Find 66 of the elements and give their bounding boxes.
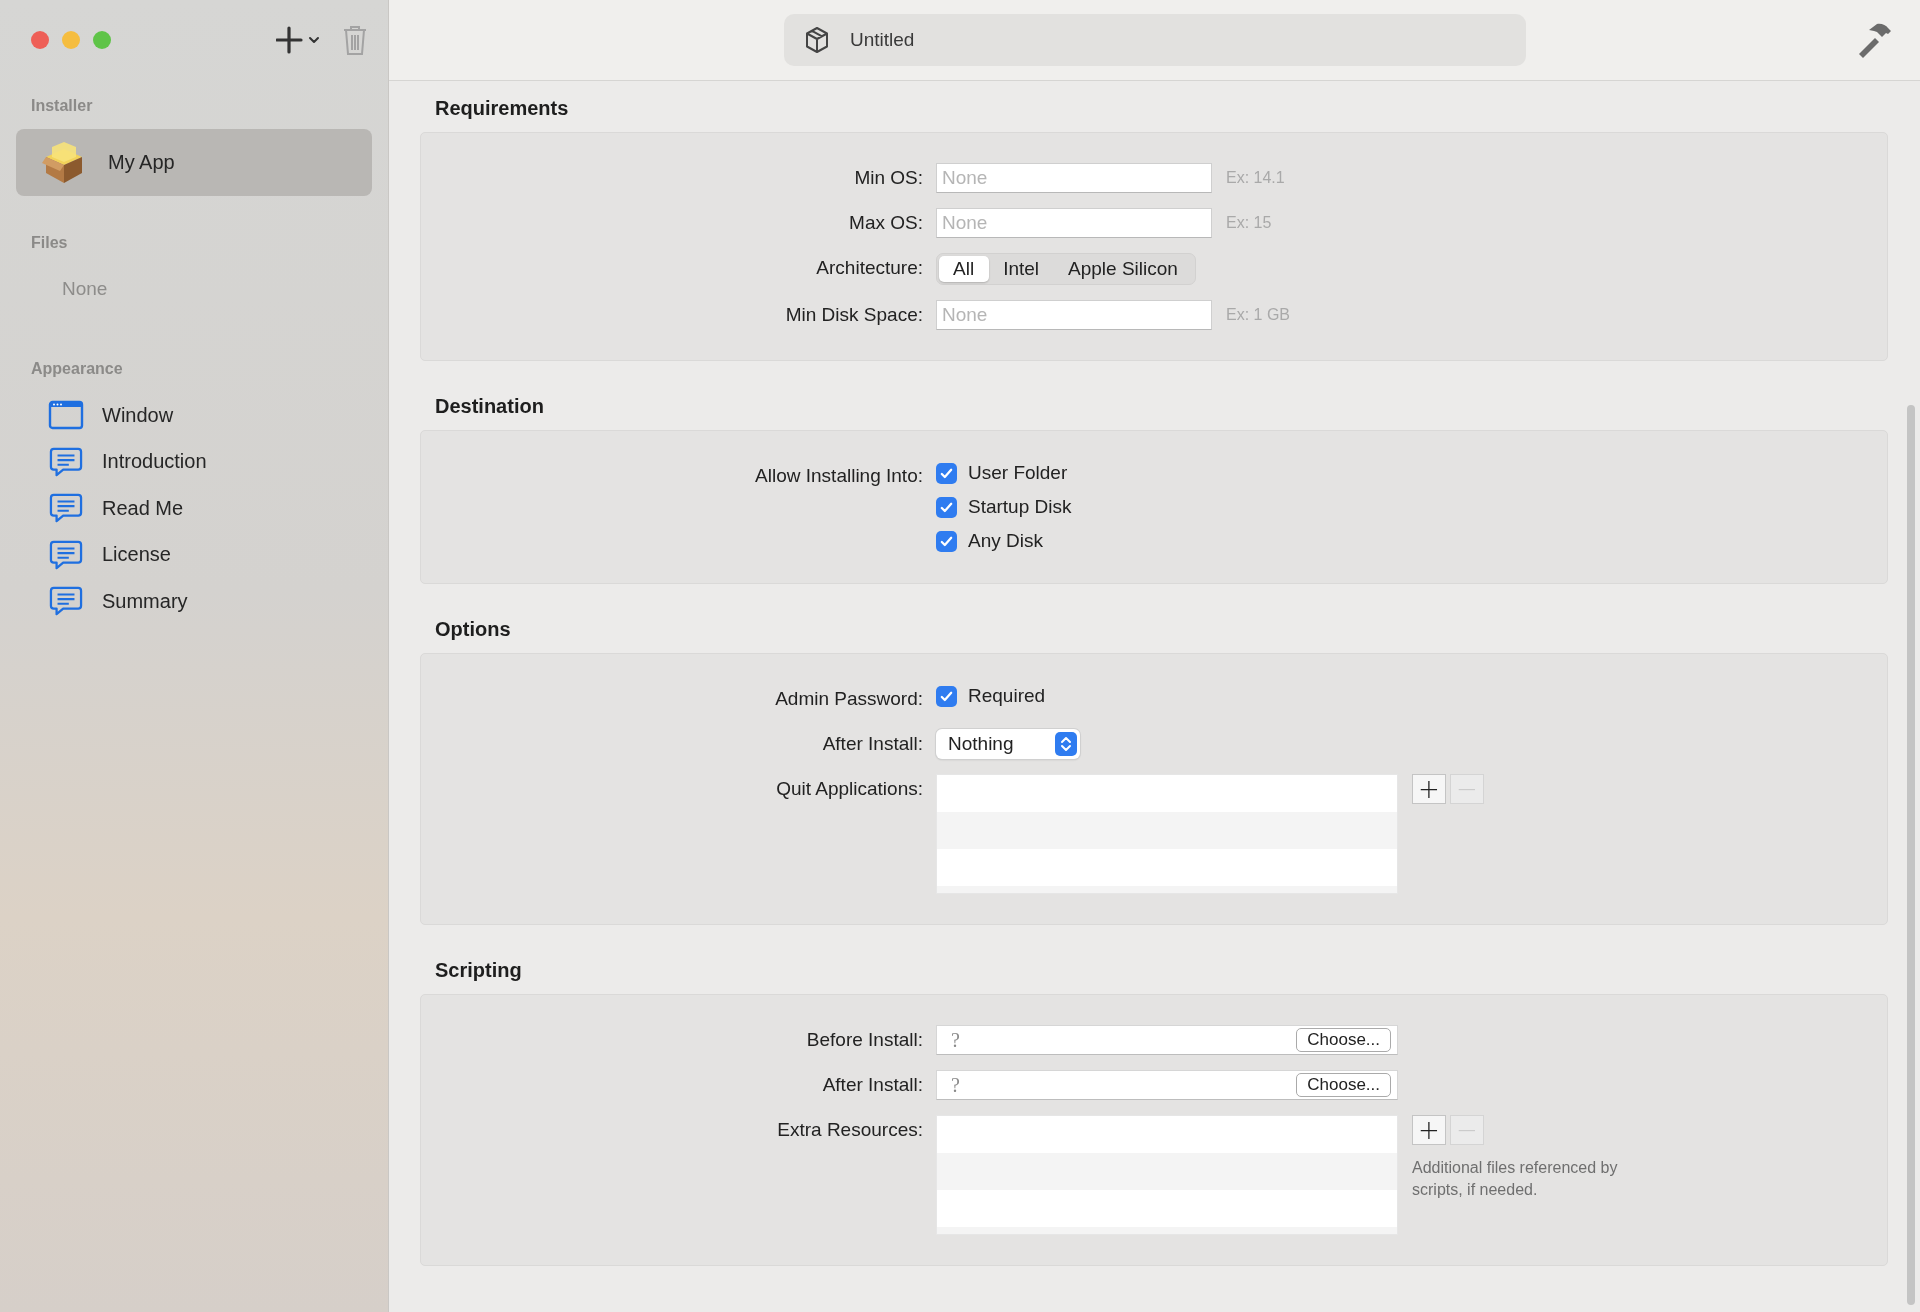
checkbox-label: Any Disk bbox=[968, 530, 1043, 552]
field-label: Extra Resources: bbox=[777, 1118, 923, 1142]
add-menu-button[interactable] bbox=[276, 25, 322, 55]
field-label: Min OS: bbox=[854, 166, 923, 190]
add-button[interactable]: + bbox=[1412, 774, 1446, 804]
trash-icon[interactable] bbox=[342, 24, 368, 56]
checkbox-label: Required bbox=[968, 685, 1046, 707]
text-field[interactable]: None bbox=[936, 300, 1212, 330]
hint-text: Ex: 14.1 bbox=[1226, 169, 1285, 187]
checkbox[interactable] bbox=[936, 462, 957, 484]
file-field[interactable]: ? Choose... bbox=[936, 1070, 1398, 1100]
close-button[interactable] bbox=[31, 31, 49, 49]
empty-text: None bbox=[62, 278, 108, 299]
sidebar-item[interactable]: Introduction bbox=[0, 438, 372, 485]
section-title: Scripting bbox=[435, 958, 523, 982]
section-title: Destination bbox=[435, 394, 545, 418]
section-title: Options bbox=[435, 617, 512, 641]
sidebar-item[interactable]: Summary bbox=[0, 578, 372, 625]
speech-bubble-icon bbox=[48, 492, 84, 525]
segment[interactable]: All bbox=[939, 256, 990, 282]
speech-bubble-icon bbox=[48, 445, 84, 478]
minimize-button[interactable] bbox=[62, 31, 80, 49]
checkbox[interactable] bbox=[936, 496, 957, 518]
window-icon bbox=[48, 399, 84, 432]
field-label: After Install: bbox=[822, 732, 923, 756]
choose-button[interactable]: Choose... bbox=[1296, 1073, 1391, 1097]
section-header: Installer bbox=[30, 97, 94, 115]
section-header: Appearance bbox=[30, 360, 124, 378]
segment[interactable]: Apple Silicon bbox=[1054, 256, 1193, 282]
speech-bubble-icon bbox=[48, 538, 84, 571]
field-label: Before Install: bbox=[806, 1028, 923, 1052]
list-box[interactable] bbox=[936, 774, 1398, 894]
sidebar-item[interactable]: License bbox=[0, 531, 372, 578]
cube-icon bbox=[804, 26, 830, 54]
section-title: Requirements bbox=[435, 96, 570, 120]
checkbox[interactable] bbox=[936, 530, 957, 552]
text-field[interactable]: None bbox=[936, 208, 1212, 238]
help-text: Additional files referenced by scripts, if needed. bbox=[1412, 1158, 1619, 1200]
sidebar-item[interactable]: My App bbox=[16, 129, 372, 196]
sidebar-item[interactable]: Read Me bbox=[0, 485, 372, 532]
checkbox[interactable] bbox=[936, 685, 957, 707]
zoom-button[interactable] bbox=[93, 31, 111, 49]
scrollbar[interactable] bbox=[1907, 405, 1915, 1305]
hint-text: Ex: 15 bbox=[1226, 214, 1272, 232]
field-label: Min Disk Space: bbox=[785, 303, 923, 327]
field-label: Max OS: bbox=[849, 211, 923, 235]
choose-button[interactable]: Choose... bbox=[1296, 1028, 1391, 1052]
segment[interactable]: Intel bbox=[989, 256, 1055, 282]
speech-bubble-icon bbox=[48, 585, 84, 618]
field-label: Allow Installing Into: bbox=[755, 464, 923, 488]
file-field[interactable]: ? Choose... bbox=[936, 1025, 1398, 1055]
text-field[interactable]: None bbox=[936, 163, 1212, 193]
window-title: Untitled bbox=[850, 29, 915, 51]
field-label: Quit Applications: bbox=[776, 777, 923, 801]
sidebar-item[interactable]: Window bbox=[0, 392, 372, 439]
checkbox-label: Startup Disk bbox=[968, 496, 1072, 518]
add-button[interactable]: + bbox=[1412, 1115, 1446, 1145]
section-header: Files bbox=[30, 234, 69, 252]
stepper-icon bbox=[1055, 732, 1077, 756]
field-label: Architecture: bbox=[816, 256, 923, 280]
checkbox-label: User Folder bbox=[968, 462, 1068, 484]
popup-button[interactable]: Nothing bbox=[936, 729, 1080, 759]
field-label: Admin Password: bbox=[775, 687, 923, 711]
field-label: After Install: bbox=[822, 1073, 923, 1097]
list-box[interactable] bbox=[936, 1115, 1398, 1235]
hint-text: Ex: 1 GB bbox=[1226, 306, 1291, 324]
